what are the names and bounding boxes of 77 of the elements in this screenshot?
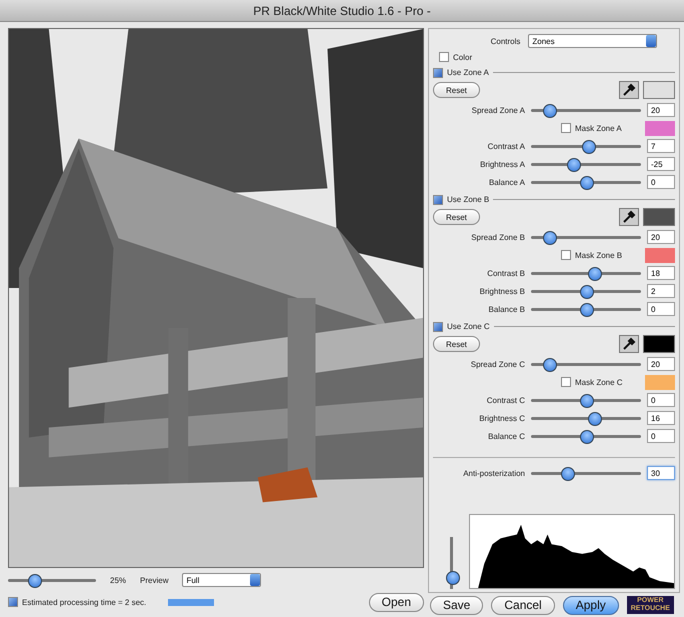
- spread-slider[interactable]: [531, 357, 641, 371]
- slider[interactable]: [531, 266, 641, 280]
- value-field[interactable]: 30: [647, 466, 675, 480]
- mask-checkbox[interactable]: [561, 250, 571, 260]
- estimate-label: Estimated processing time = 2 sec.: [22, 598, 146, 606]
- reset-button[interactable]: Reset: [433, 336, 480, 352]
- slider-label: Brightness C: [478, 414, 525, 422]
- save-button[interactable]: Save: [430, 596, 484, 614]
- mask-label: Mask Zone C: [575, 378, 623, 386]
- estimate-checkbox[interactable]: [8, 597, 18, 607]
- mask-color-swatch[interactable]: [645, 374, 675, 390]
- slider-label: Balance C: [487, 432, 525, 440]
- preview-dropdown[interactable]: Full: [182, 573, 262, 587]
- slider[interactable]: [531, 157, 641, 171]
- slider-label: Brightness B: [478, 286, 525, 296]
- zone-label: Use Zone C: [447, 322, 490, 331]
- value-field[interactable]: 20: [647, 357, 675, 371]
- zone-color-swatch[interactable]: [643, 81, 675, 99]
- value-field[interactable]: 20: [647, 230, 675, 244]
- mask-label: Mask Zone B: [575, 250, 622, 260]
- slider-label: Balance A: [488, 178, 525, 186]
- controls-dropdown[interactable]: Zones: [528, 34, 658, 48]
- open-button[interactable]: Open: [368, 592, 424, 612]
- zone-label: Use Zone A: [447, 68, 489, 77]
- slider-label: Contrast B: [486, 268, 525, 278]
- window-title: PR Black/White Studio 1.6 - Pro -: [253, 4, 431, 18]
- slider-label: Spread Zone C: [470, 360, 525, 368]
- vertical-slider[interactable]: [445, 537, 459, 589]
- cancel-button[interactable]: Cancel: [491, 596, 555, 614]
- mask-color-swatch[interactable]: [645, 120, 675, 136]
- zone-color-swatch[interactable]: [643, 208, 675, 226]
- color-checkbox[interactable]: [439, 52, 449, 62]
- value-field[interactable]: 18: [647, 266, 675, 280]
- value-field[interactable]: 0: [647, 175, 675, 189]
- slider-label: Contrast C: [486, 396, 525, 404]
- spread-slider[interactable]: [531, 103, 641, 117]
- zone-checkbox[interactable]: [433, 68, 443, 78]
- reset-button[interactable]: Reset: [433, 209, 480, 225]
- slider[interactable]: [531, 284, 641, 298]
- slider-label: Brightness A: [479, 160, 525, 168]
- zoom-slider[interactable]: [8, 573, 96, 587]
- slider[interactable]: [531, 139, 641, 153]
- reset-button[interactable]: Reset: [433, 82, 480, 98]
- mask-checkbox[interactable]: [561, 123, 571, 133]
- value-field[interactable]: 7: [647, 139, 675, 153]
- value-field[interactable]: -25: [647, 157, 675, 171]
- value-field[interactable]: 0: [647, 302, 675, 316]
- zone-label: Use Zone B: [447, 195, 490, 204]
- slider-label: Spread Zone A: [470, 106, 525, 114]
- zone-checkbox[interactable]: [433, 322, 443, 332]
- preview-label: Preview: [140, 576, 168, 584]
- zone-color-swatch[interactable]: [643, 335, 675, 353]
- slider[interactable]: [531, 302, 641, 316]
- slider[interactable]: [531, 429, 641, 443]
- slider[interactable]: [531, 393, 641, 407]
- spread-slider[interactable]: [531, 230, 641, 244]
- mask-color-swatch[interactable]: [645, 248, 675, 262]
- value-field[interactable]: 2: [647, 284, 675, 298]
- apply-button[interactable]: Apply: [562, 596, 619, 614]
- value-field[interactable]: 0: [647, 429, 675, 443]
- slider[interactable]: [531, 175, 641, 189]
- slider-label: Anti-posterization: [462, 468, 525, 478]
- mask-label: Mask Zone A: [575, 124, 622, 132]
- color-label: Color: [453, 52, 472, 62]
- value-field[interactable]: 0: [647, 393, 675, 407]
- mask-checkbox[interactable]: [561, 377, 571, 387]
- anti-posterization-slider[interactable]: [531, 466, 641, 480]
- slider-label: Spread Zone B: [470, 232, 525, 242]
- zone-checkbox[interactable]: [433, 194, 443, 204]
- slider-label: Balance B: [488, 304, 525, 314]
- zoom-reading: 25%: [110, 576, 126, 584]
- progress-bar: [168, 598, 214, 606]
- controls-label: Controls: [490, 36, 520, 46]
- value-field[interactable]: 16: [647, 411, 675, 425]
- slider[interactable]: [531, 411, 641, 425]
- value-field[interactable]: 20: [647, 103, 675, 117]
- slider-label: Contrast A: [486, 142, 525, 150]
